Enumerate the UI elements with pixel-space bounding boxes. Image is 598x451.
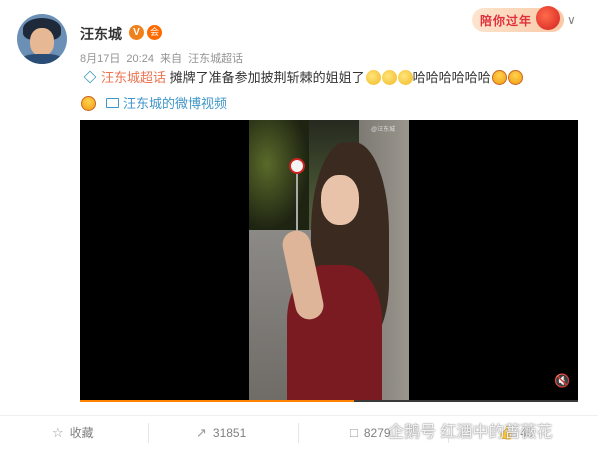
post-text: 汪东城超话 摊牌了准备参加披荆斩棘的姐姐了 哈哈哈哈哈哈 — [80, 69, 523, 87]
topic-link[interactable]: 汪东城超话 — [101, 70, 166, 85]
mute-icon[interactable]: 🔇 — [554, 374, 570, 388]
verified-badge: V — [129, 25, 144, 40]
post-time[interactable]: 20:24 — [126, 53, 154, 65]
share-icon: ↗ — [196, 425, 207, 440]
video-overlay-text: @汪东城 — [371, 127, 396, 133]
favorite-button[interactable]: ☆ 收藏 — [52, 416, 94, 451]
laugh-emoji-icon — [491, 70, 507, 85]
post-text-line2: 汪东城的微博视频 — [80, 93, 227, 112]
post-laugh: 哈哈哈哈哈哈 — [412, 70, 491, 85]
video-frame: @汪东城 — [249, 120, 409, 402]
post-meta: 8月17日 20:24 来自 汪东城超话 — [80, 50, 246, 66]
video-progress-fill — [80, 400, 354, 402]
watermark: 企鹅号 红酒中的蔷薇花 — [388, 424, 553, 441]
post-body: 摊牌了准备参加披荆斩棘的姐姐了 — [169, 70, 365, 85]
star-icon: ☆ — [52, 425, 64, 440]
emoji-icon — [397, 70, 413, 85]
comment-button[interactable]: □ 8279 — [350, 416, 391, 451]
lantern-icon — [536, 6, 560, 30]
avatar[interactable] — [17, 14, 67, 64]
video-link[interactable]: 汪东城的微博视频 — [123, 96, 227, 111]
emoji-icon — [381, 70, 397, 85]
promo-text: 陪你过年 — [480, 14, 533, 28]
gem-icon — [83, 70, 97, 84]
chevron-down-icon[interactable]: ∨ — [567, 13, 576, 27]
video-progress-bar[interactable] — [80, 400, 578, 402]
repost-button[interactable]: ↗ 31851 — [196, 416, 246, 451]
emoji-icon — [365, 70, 381, 85]
video-player[interactable]: @汪东城 🔇 — [80, 120, 578, 402]
promo-banner[interactable]: 陪你过年 — [472, 6, 564, 32]
post-date[interactable]: 8月17日 — [80, 53, 120, 65]
post-source[interactable]: 汪东城超话 — [188, 53, 243, 65]
laugh-emoji-icon — [507, 70, 523, 85]
video-icon — [106, 98, 119, 108]
source-prefix: 来自 — [160, 53, 183, 65]
comment-icon: □ — [350, 425, 358, 440]
laugh-emoji-icon — [81, 96, 96, 111]
vip-badge: 会 — [147, 25, 162, 40]
username[interactable]: 汪东城 — [80, 24, 122, 44]
no-parking-sign-icon — [289, 158, 305, 174]
